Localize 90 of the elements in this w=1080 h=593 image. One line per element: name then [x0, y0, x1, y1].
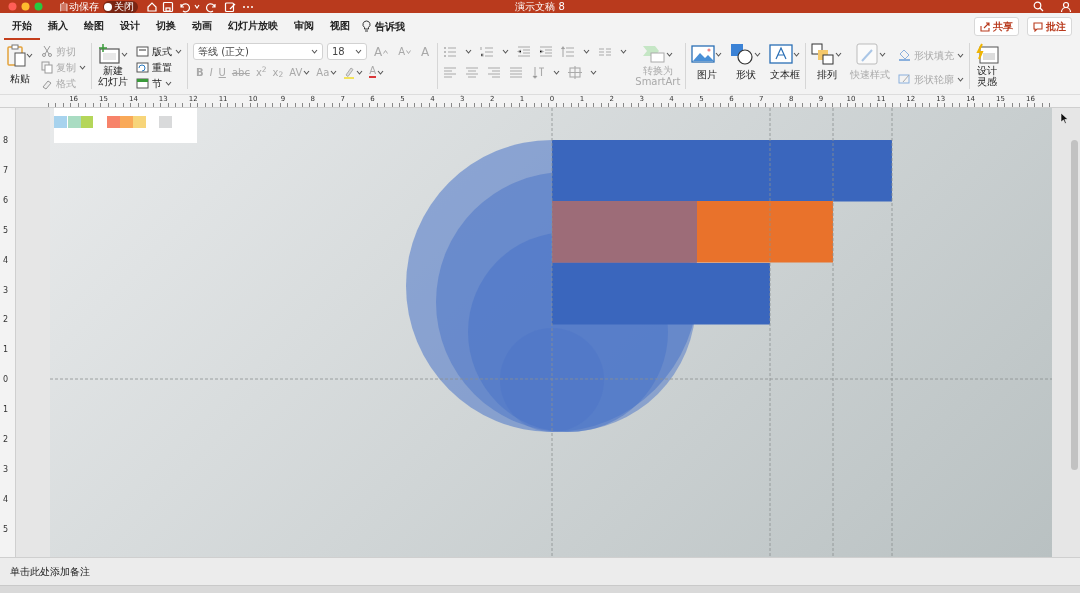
- ruler-number: 2: [3, 434, 9, 444]
- save-icon[interactable]: [162, 0, 174, 13]
- caret-icon[interactable]: [175, 48, 182, 54]
- ribbon-button[interactable]: 图片: [691, 43, 723, 80]
- ribbon-tab[interactable]: 切换: [148, 13, 184, 40]
- guide-line[interactable]: [769, 108, 771, 557]
- share-icon: [980, 21, 990, 32]
- caret-icon[interactable]: [355, 49, 362, 54]
- clipboard-icon: [6, 43, 26, 67]
- ribbon-tab[interactable]: 审阅: [286, 13, 322, 40]
- comment-icon: [1033, 21, 1043, 32]
- reset-icon: [136, 61, 149, 73]
- notes-placeholder[interactable]: 单击此处添加备注: [10, 564, 90, 579]
- ribbon-tab[interactable]: 视图: [322, 13, 358, 40]
- shapes-icon: [730, 43, 755, 65]
- autosave-toggle[interactable]: 关闭: [103, 0, 138, 13]
- designer-button[interactable]: 设计 灵感: [975, 43, 1000, 87]
- ruler-number: 1: [3, 404, 9, 414]
- ribbon-button[interactable]: 形状: [730, 43, 762, 80]
- redo-icon[interactable]: [206, 0, 218, 13]
- scissors-icon: [41, 44, 53, 58]
- ribbon-tab[interactable]: 设计: [112, 13, 148, 40]
- caret-icon[interactable]: [754, 51, 762, 57]
- caret-icon[interactable]: [583, 49, 591, 54]
- style-brush-icon: [854, 43, 879, 65]
- account-icon[interactable]: [1060, 0, 1072, 13]
- font-name-field[interactable]: 等线 (正文): [193, 43, 323, 60]
- ruler-number: 6: [3, 195, 9, 205]
- autosave-label: 自动保存: [59, 0, 99, 13]
- window-title: 演示文稿 8: [515, 0, 565, 13]
- tell-me-search[interactable]: 告诉我: [375, 19, 405, 34]
- section-icon: [136, 77, 149, 89]
- ribbon-button[interactable]: 重置: [136, 59, 182, 75]
- ruler-number: 5: [3, 524, 9, 534]
- caret-icon[interactable]: [502, 49, 510, 54]
- caret-icon[interactable]: [620, 49, 628, 54]
- scrollbar-thumb[interactable]: [1071, 140, 1078, 470]
- ruler-number: 8: [3, 135, 9, 145]
- ribbon-button[interactable]: 版式: [136, 43, 182, 59]
- lightbulb-icon[interactable]: [362, 20, 371, 33]
- paste-button[interactable]: 粘贴: [6, 43, 33, 91]
- down-icon: [406, 49, 412, 54]
- caret-icon[interactable]: [165, 80, 172, 86]
- undo-icon[interactable]: [178, 0, 190, 13]
- cursor-icon: [1060, 112, 1068, 124]
- new-slide-icon: [97, 43, 121, 65]
- ruler-number: 5: [3, 225, 9, 235]
- caret-icon[interactable]: [590, 70, 598, 75]
- font-size-field[interactable]: 18: [327, 43, 367, 60]
- ribbon-tab[interactable]: 绘图: [76, 13, 112, 40]
- up-icon: [383, 49, 389, 54]
- textbox-icon: [769, 43, 794, 65]
- ribbon-tab[interactable]: 插入: [40, 13, 76, 40]
- new-slide-button[interactable]: 新建 幻灯片: [97, 43, 128, 91]
- arrange-icon: [811, 43, 836, 65]
- picture-icon: [691, 43, 716, 65]
- designer-icon: [975, 43, 1000, 65]
- edit-icon[interactable]: [224, 0, 236, 13]
- ruler-number: 3: [3, 285, 9, 294]
- ruler-number: 2: [3, 314, 9, 324]
- paint-bucket-icon: [898, 49, 912, 61]
- ruler-number: 4: [3, 255, 9, 265]
- ruler-number: 1: [3, 344, 9, 354]
- highlighter-icon: [343, 65, 356, 79]
- arrange-button[interactable]: 排列: [811, 43, 843, 80]
- ribbon-button[interactable]: 节: [136, 75, 182, 91]
- layout-icon: [136, 45, 149, 57]
- share-button[interactable]: 共享: [974, 17, 1019, 36]
- caret-icon[interactable]: [793, 51, 801, 57]
- caret-icon[interactable]: [26, 52, 33, 58]
- pen-icon: [898, 73, 912, 85]
- guide-line[interactable]: [551, 108, 553, 557]
- caret-icon[interactable]: [311, 49, 318, 54]
- caret-icon[interactable]: [121, 51, 128, 57]
- caret-icon[interactable]: [715, 51, 723, 57]
- ruler-number: 7: [3, 165, 9, 175]
- ruler-number: 3: [3, 464, 9, 474]
- ribbon-tab[interactable]: 动画: [184, 13, 220, 40]
- caret-icon[interactable]: [835, 51, 843, 57]
- caret-icon[interactable]: [465, 49, 473, 54]
- smartart-icon: [642, 43, 667, 65]
- search-icon[interactable]: [1033, 0, 1044, 12]
- home-icon[interactable]: [146, 0, 158, 13]
- copy-icon: [41, 60, 53, 74]
- caret-icon[interactable]: [553, 70, 561, 75]
- ruler-number: 0: [3, 374, 9, 384]
- ribbon-button[interactable]: 文本框: [769, 43, 801, 80]
- comments-button[interactable]: 批注: [1027, 17, 1072, 36]
- ribbon-tab[interactable]: 幻灯片放映: [220, 13, 286, 40]
- ruler-number: 4: [3, 494, 9, 504]
